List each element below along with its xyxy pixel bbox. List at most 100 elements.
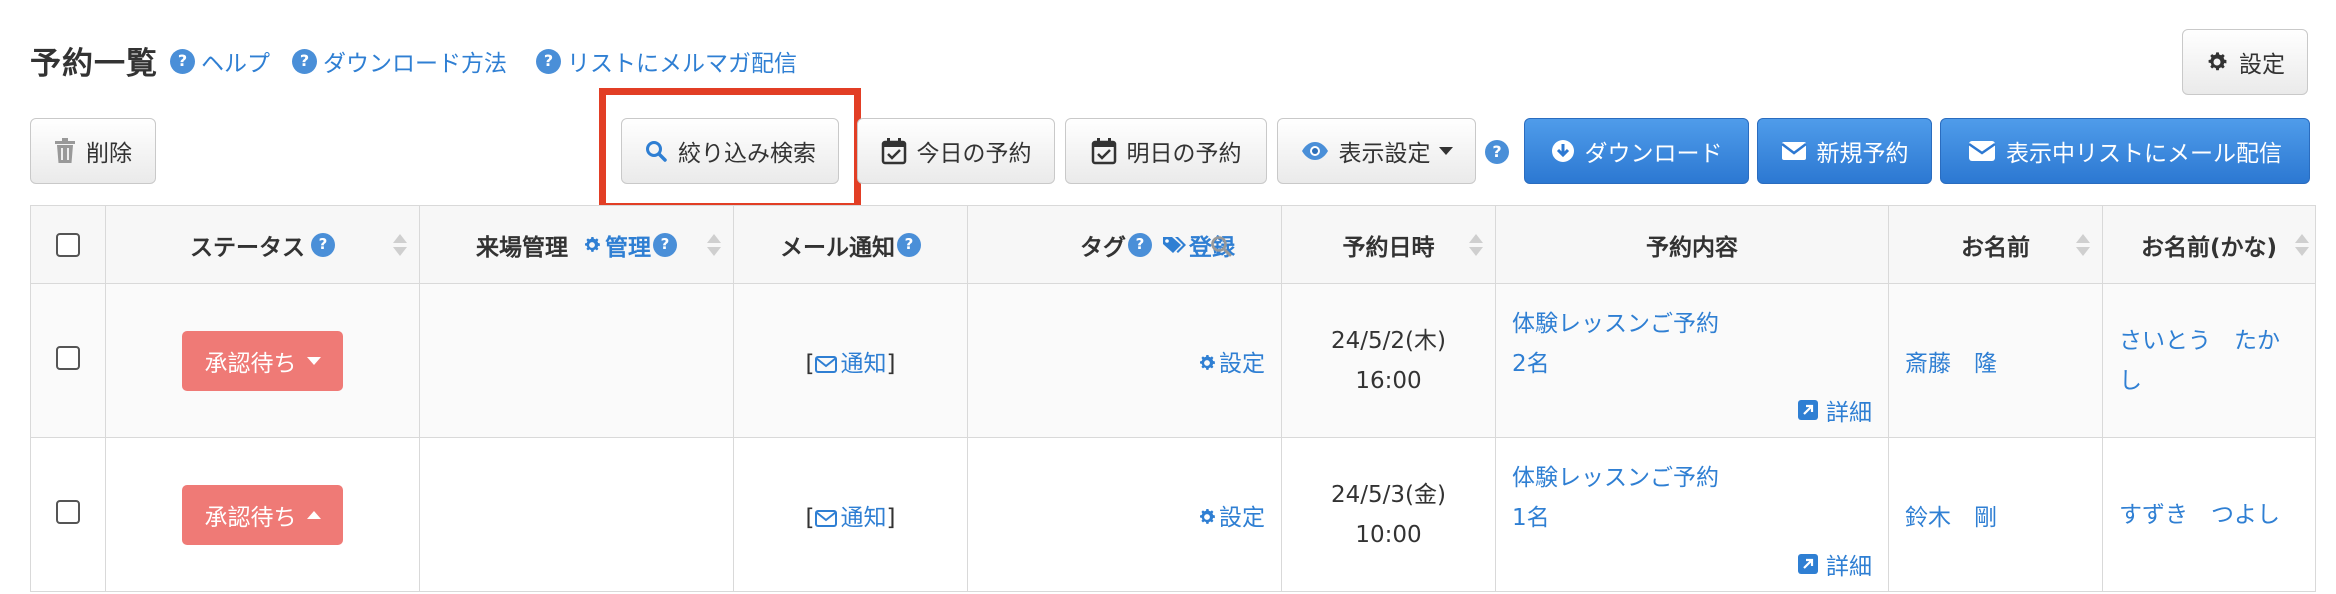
mail-list-help-link[interactable]: ? リストにメルマガ配信 [536,44,797,78]
sort-icon[interactable] [1469,233,1483,256]
question-icon[interactable]: ? [311,232,335,257]
search-icon [644,139,668,163]
column-header-content-label: 予約内容 [1646,234,1738,261]
column-header-venue[interactable]: 来場管理 管理 ? [419,205,734,284]
status-label: 承認待ち [204,504,297,531]
help-link[interactable]: ? ヘルプ [170,44,270,78]
datetime-cell: 24/5/2(木) 16:00 [1281,283,1496,438]
datetime-cell: 24/5/3(金) 10:00 [1281,437,1496,592]
caret-up-icon [306,510,321,519]
select-all-cell [30,205,106,284]
notify-link[interactable]: 通知 [814,351,887,377]
filter-search-button[interactable]: 絞り込み検索 [621,118,839,184]
download-method-link[interactable]: ? ダウンロード方法 [292,44,507,78]
tag-setting-link[interactable]: 設定 [1197,351,1265,377]
detail-link[interactable]: 詳細 [1798,393,1872,427]
column-header-tag: タグ ? 登録 [967,205,1282,284]
table-row: 承認待ち [通知] 設定 24/5/3(金) 10:00 体験レッスンご予約 1… [30,437,2316,592]
select-all-checkbox[interactable] [56,232,80,257]
status-dropdown-button[interactable]: 承認待ち [182,484,343,545]
venue-manage-link[interactable]: 管理 [582,228,651,262]
column-header-name-kana-label: お名前(かな) [2140,234,2278,261]
settings-button[interactable]: 設定 [2182,29,2308,95]
table-row: 承認待ち [通知] 設定 24/5/2(木) 16:00 体験レッスンご予約 2… [30,283,2316,438]
sort-icon[interactable] [2295,233,2309,256]
detail-link-label: 詳細 [1826,400,1872,426]
notify-link[interactable]: 通知 [814,505,887,531]
caret-down-icon [306,356,321,365]
trash-icon [54,138,76,164]
display-settings-dropdown[interactable]: 表示設定 [1277,118,1476,184]
content-title-link[interactable]: 体験レッスンご予約 [1512,304,1888,344]
mail-list-button-label: 表示中リストにメール配信 [2006,141,2282,167]
download-button-label: ダウンロード [1584,141,1723,167]
tag-icon [1162,235,1186,255]
detail-link[interactable]: 詳細 [1798,547,1872,581]
caret-down-icon [1438,147,1453,155]
venue-manage-link-label: 管理 [605,234,651,261]
sort-icon[interactable] [2076,233,2090,256]
today-reservations-button[interactable]: 今日の予約 [857,118,1055,184]
tag-setting-link[interactable]: 設定 [1197,505,1265,531]
row-checkbox[interactable] [56,345,80,370]
column-header-venue-label: 来場管理 [476,234,568,261]
sort-icon[interactable] [707,233,721,256]
envelope-icon [1968,140,1996,162]
reservation-date: 24/5/3(金) [1331,481,1446,508]
venue-cell [419,283,734,438]
venue-cell [419,437,734,592]
status-label: 承認待ち [204,350,297,377]
envelope-icon [814,355,837,373]
help-link-label: ヘルプ [201,51,270,77]
column-header-datetime[interactable]: 予約日時 [1281,205,1496,284]
delete-button-label: 削除 [86,141,132,167]
tag-setting-label: 設定 [1219,350,1265,377]
customer-kana-line: さいとう たか [2119,327,2280,354]
sort-icon[interactable] [393,233,407,256]
name-cell: 鈴木 剛 [1888,437,2103,592]
detail-link-label: 詳細 [1826,554,1872,580]
bracket-open: [ [805,350,815,377]
mail-list-help-link-label: リストにメルマガ配信 [567,51,797,77]
column-header-tag-label: タグ [1080,234,1126,261]
mail-list-button[interactable]: 表示中リストにメール配信 [1940,118,2310,184]
envelope-icon [814,509,837,527]
new-reservation-button[interactable]: 新規予約 [1757,118,1932,184]
table-header-row: ステータス ? 来場管理 管理 ? メール通知 ? タグ ? 登録 予約日時 予… [30,205,2316,284]
search-icon[interactable] [1209,234,1233,264]
question-icon: ? [536,48,561,74]
customer-kana-link[interactable]: すずき つよし [2119,495,2315,535]
calendar-check-icon [1091,137,1117,165]
delete-button[interactable]: 削除 [30,118,156,184]
download-circle-icon [1551,139,1575,163]
customer-kana-line: すずき つよし [2119,501,2280,528]
content-count-link[interactable]: 1名 [1512,498,1888,538]
content-cell: 体験レッスンご予約 1名 詳細 [1495,437,1889,592]
reservation-time: 10:00 [1355,521,1422,548]
column-header-name[interactable]: お名前 [1888,205,2103,284]
question-icon[interactable]: ? [1128,232,1152,257]
customer-kana-link[interactable]: さいとう たか し [2119,321,2315,401]
row-checkbox[interactable] [56,499,80,524]
status-dropdown-button[interactable]: 承認待ち [182,330,343,391]
name-kana-cell: すずき つよし [2102,437,2316,592]
customer-name-link[interactable]: 斎藤 隆 [1905,351,1997,377]
column-header-name-kana[interactable]: お名前(かな) [2102,205,2316,284]
name-cell: 斎藤 隆 [1888,283,2103,438]
column-header-content: 予約内容 [1495,205,1889,284]
column-header-status-label: ステータス [190,234,305,261]
display-settings-label: 表示設定 [1338,141,1431,167]
question-icon: ? [170,48,195,74]
tomorrow-reservations-button[interactable]: 明日の予約 [1065,118,1267,184]
content-title-link[interactable]: 体験レッスンご予約 [1512,458,1888,498]
column-header-mail: メール通知 ? [733,205,968,284]
customer-name-link[interactable]: 鈴木 剛 [1905,505,1997,531]
gear-icon [582,235,602,255]
download-button[interactable]: ダウンロード [1524,118,1749,184]
question-icon[interactable]: ? [653,232,677,257]
column-header-status[interactable]: ステータス ? [105,205,420,284]
question-icon[interactable]: ? [897,232,921,257]
mail-cell: [通知] [733,437,968,592]
question-icon[interactable]: ? [1485,140,1509,164]
content-count-link[interactable]: 2名 [1512,344,1888,384]
